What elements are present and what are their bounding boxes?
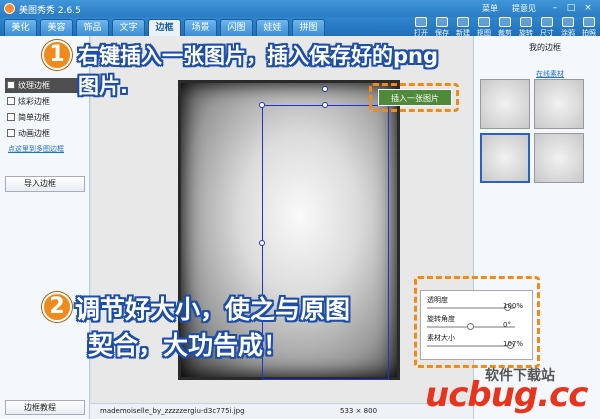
annotation-step2-line1: 调节好大小，使之与原图 [75,295,351,324]
frame-tutorial-button[interactable]: 边框教程 [5,400,85,415]
tab-scene[interactable]: 场景 [184,19,217,36]
rotate-handle[interactable] [322,86,328,92]
slider-knob[interactable] [467,323,474,330]
status-bar: mademoiselle_by_zzzzzergiu-d3c775i.jpg 5… [90,403,473,419]
cutout-icon [478,17,490,27]
save-button[interactable]: 保存 [432,16,452,37]
new-icon [457,17,469,27]
camera-button[interactable]: 拍照 [579,16,599,37]
insert-image-menu-item[interactable]: 插入一张图片 [378,89,452,106]
minimize-icon[interactable]: – [548,2,562,14]
tab-frame[interactable]: 边框 [148,19,181,36]
annotation-step2-line2: 契合，大功告成！ [88,331,289,360]
folder-icon [415,17,427,27]
crop-icon [499,17,511,27]
maximize-icon[interactable]: □ [564,2,578,14]
rotate-button[interactable]: 旋转 [516,16,536,37]
side-item-texture-frame[interactable]: 纹理边框 [5,78,85,93]
side-item-animated-frame[interactable]: 动画边框 [5,126,85,141]
opacity-slider[interactable] [427,304,515,311]
doodle-button[interactable]: 涂鸦 [558,16,578,37]
crop-button[interactable]: 裁剪 [495,16,515,37]
resize-handle-top[interactable] [322,102,328,108]
site-watermark: 软件下载站 ucbug.cc [425,365,600,419]
app-title: 美图秀秀 2.6.5 [19,6,81,16]
my-frames-header: 我的边框 [529,43,561,52]
size-value: 107% [503,340,524,348]
rotation-label: 旋转角度 [427,315,455,323]
size-label: 素材大小 [427,334,455,342]
save-icon [436,17,448,27]
annotation-step1-line1: 右键插入一张图片，插入保存好的png [78,44,439,68]
step-number-badge: 1 [42,40,72,70]
close-icon[interactable]: × [581,2,595,14]
frame-thumbnail[interactable] [480,79,530,129]
annotation-step1-line2: 图片. [78,74,128,98]
tab-text[interactable]: 文字 [112,19,145,36]
opacity-label: 透明度 [427,296,448,304]
side-item-colorful-frame[interactable]: 炫彩边框 [5,94,85,109]
step-number-badge: 2 [42,292,72,322]
frame-thumbnail[interactable] [534,79,584,129]
colorful-frame-icon [7,97,15,105]
open-button[interactable]: 打开 [411,16,431,37]
resize-handle-tl[interactable] [259,102,265,108]
import-frame-button[interactable]: 导入边框 [5,176,85,192]
rotation-value: 0° [503,321,511,329]
multi-image-frame-link[interactable]: 点这里到多图边框 [8,144,64,154]
title-bar: 美图秀秀 2.6.5 菜单 提意见 – □ × [0,0,600,17]
resize-icon [541,17,553,27]
camera-icon [583,17,595,27]
frame-thumbnail[interactable] [534,133,584,183]
material-adjust-panel: 透明度 100% 旋转角度 0° 素材大小 107% [420,290,533,360]
watermark-logo-text: ucbug.cc [425,375,588,415]
texture-frame-icon [7,81,15,89]
frame-thumbnail[interactable] [480,133,530,183]
resize-handle-left[interactable] [259,240,265,246]
simple-frame-icon [7,113,15,121]
rotation-slider[interactable] [427,323,515,330]
brush-icon [562,17,574,27]
animated-frame-icon [7,129,15,137]
tab-doll[interactable]: 娃娃 [256,19,289,36]
size-slider[interactable] [427,342,515,349]
cutout-button[interactable]: 抠图 [474,16,494,37]
app-logo-icon [4,3,15,14]
tab-accessories[interactable]: 饰品 [76,19,109,36]
status-filename: mademoiselle_by_zzzzzergiu-d3c775i.jpg [100,407,245,415]
tab-flash[interactable]: 闪图 [220,19,253,36]
menu-link[interactable]: 菜单 [482,3,498,14]
tab-face[interactable]: 美容 [40,19,73,36]
resize-button[interactable]: 尺寸 [537,16,557,37]
tab-collage[interactable]: 拼图 [292,19,325,36]
tab-beautify[interactable]: 美化 [4,19,37,36]
side-item-simple-frame[interactable]: 简单边框 [5,110,85,125]
feedback-link[interactable]: 提意见 [512,3,536,14]
rotate-icon [520,17,532,27]
opacity-value: 100% [503,302,524,310]
new-button[interactable]: 新建 [453,16,473,37]
online-materials-link[interactable]: 在线素材 [536,69,564,79]
status-image-size: 533 × 800 [340,407,378,415]
